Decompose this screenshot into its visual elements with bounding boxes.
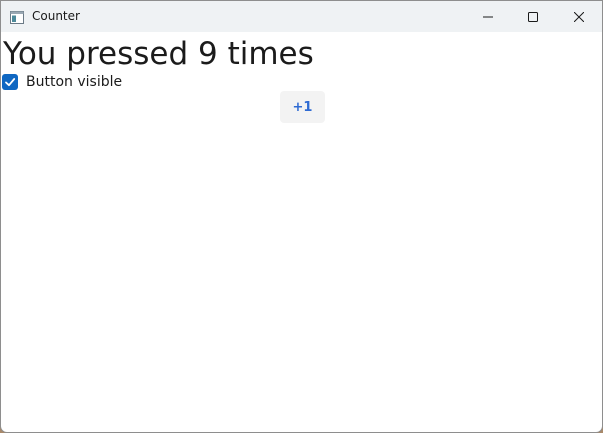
maximize-icon [528, 7, 538, 26]
window-content: You pressed 9 times Button visible +1 [1, 32, 602, 432]
counter-text: You pressed 9 times [3, 36, 314, 72]
app-window: Counter You pressed 9 times Button visib… [0, 0, 603, 433]
minimize-icon [483, 7, 493, 26]
button-visible-checkbox[interactable] [2, 74, 18, 90]
button-visible-checkbox-row[interactable]: Button visible [2, 73, 122, 91]
minimize-button[interactable] [465, 1, 511, 32]
title-bar[interactable]: Counter [1, 1, 602, 32]
maximize-button[interactable] [510, 1, 556, 32]
window-title: Counter [32, 9, 80, 23]
checkmark-icon [5, 78, 16, 87]
close-icon [573, 7, 585, 26]
increment-button[interactable]: +1 [280, 91, 325, 123]
app-window-icon [10, 9, 24, 24]
close-button[interactable] [556, 1, 602, 32]
desktop-background: Counter You pressed 9 times Button visib… [0, 0, 603, 433]
checkbox-label[interactable]: Button visible [26, 73, 122, 91]
